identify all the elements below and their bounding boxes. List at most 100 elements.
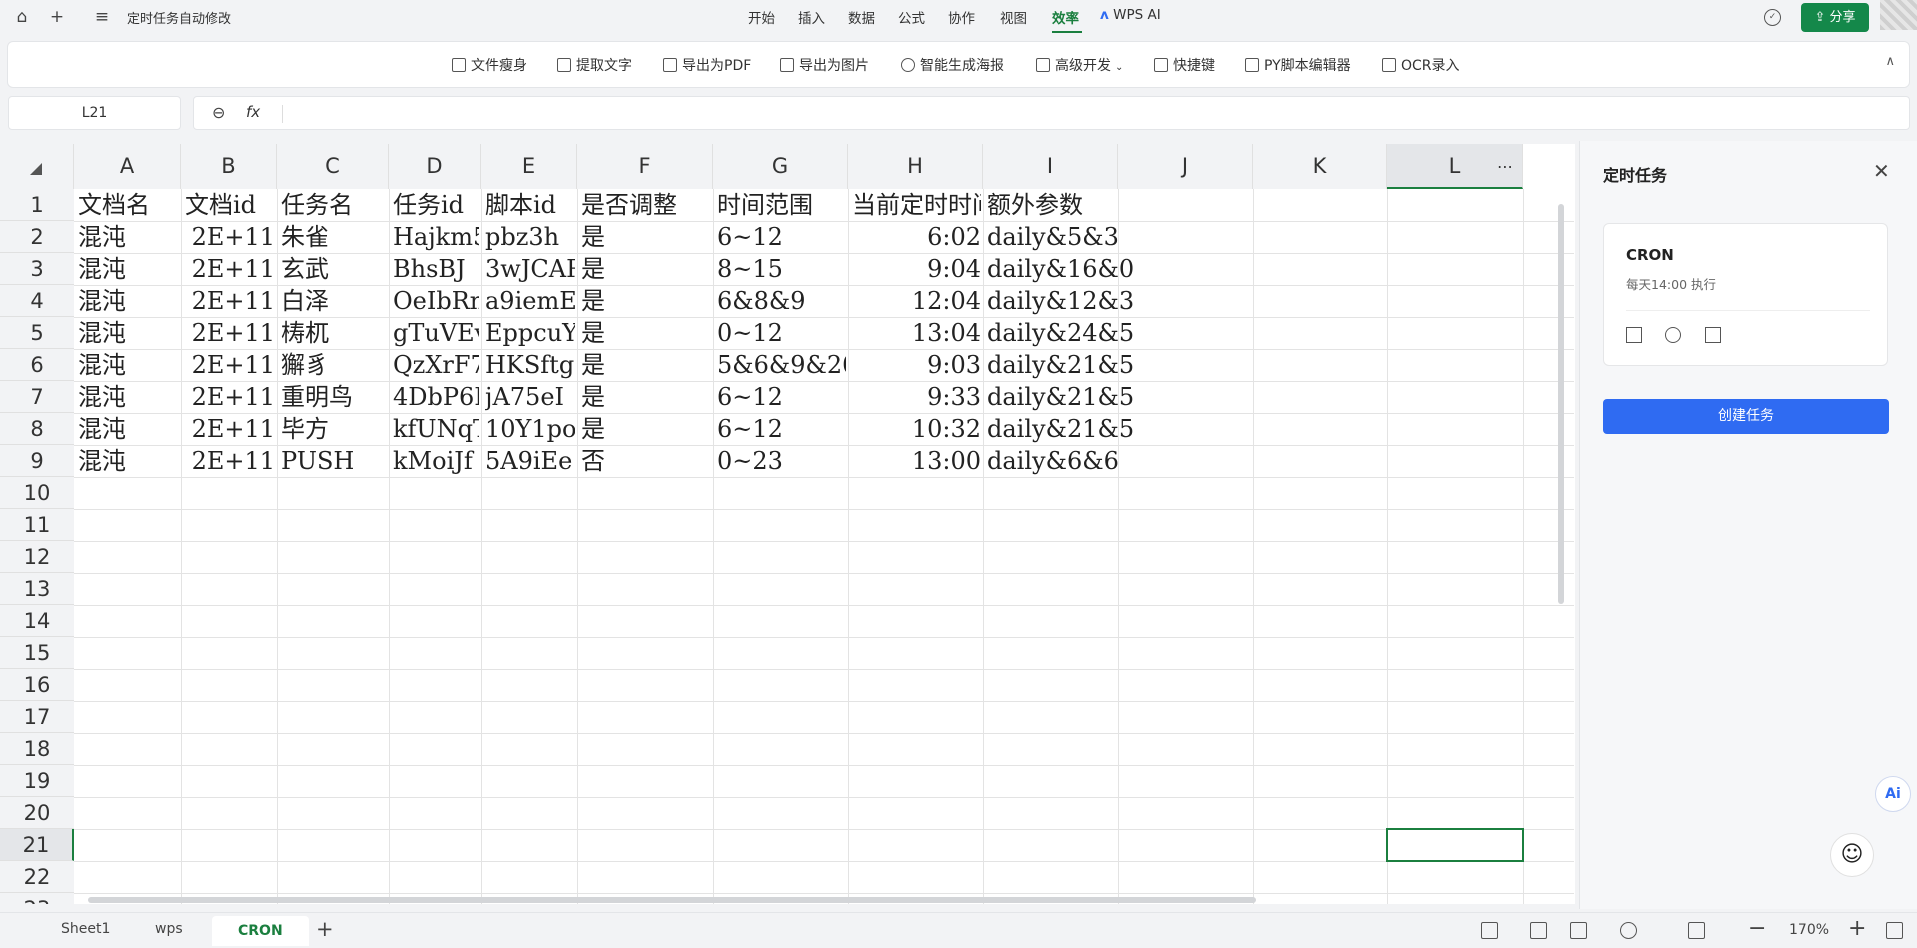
table-cell[interactable]: 獬豸 xyxy=(281,350,387,380)
table-cell[interactable]: BhsBJ xyxy=(393,254,479,284)
slim-file-button[interactable]: 文件瘦身 xyxy=(452,55,527,75)
more-icon[interactable]: ⋯ xyxy=(1490,144,1520,189)
row-header[interactable]: 5 xyxy=(0,317,74,349)
export-image-button[interactable]: 导出为图片 xyxy=(780,55,869,75)
table-cell[interactable]: 8~15 xyxy=(717,254,846,284)
avatar[interactable] xyxy=(1880,0,1917,30)
table-cell[interactable]: 2E+11 xyxy=(185,414,275,444)
table-cell[interactable]: 额外参数 xyxy=(987,190,1147,220)
table-cell[interactable]: 是 xyxy=(581,414,711,444)
menu-start[interactable]: 开始 xyxy=(748,7,775,27)
create-task-button[interactable]: 创建任务 xyxy=(1603,399,1889,434)
menu-efficiency[interactable]: 效率 xyxy=(1052,7,1079,27)
table-cell[interactable]: 0~23 xyxy=(717,446,846,476)
vertical-scrollbar[interactable] xyxy=(1558,204,1564,604)
zoom-out-icon[interactable]: − xyxy=(1748,916,1766,941)
row-header[interactable]: 14 xyxy=(0,605,74,637)
table-cell[interactable]: daily&16&0 xyxy=(987,254,1147,284)
table-cell[interactable]: daily&5&3 xyxy=(987,222,1147,252)
export-pdf-button[interactable]: 导出为PDF xyxy=(663,55,751,75)
table-cell[interactable]: 玄武 xyxy=(281,254,387,284)
table-cell[interactable]: jA75eI xyxy=(485,382,575,412)
selected-cell[interactable] xyxy=(1386,828,1524,862)
select-all-corner[interactable] xyxy=(0,144,74,189)
horizontal-scrollbar[interactable] xyxy=(88,897,1256,903)
row-header[interactable]: 16 xyxy=(0,669,74,701)
table-cell[interactable]: 9:04 xyxy=(852,254,981,284)
row-header[interactable]: 4 xyxy=(0,285,74,317)
row-header[interactable]: 17 xyxy=(0,701,74,733)
column-header[interactable]: K xyxy=(1253,144,1387,189)
sheet-tab-cron[interactable]: CRON xyxy=(212,916,309,946)
new-tab-icon[interactable]: + xyxy=(47,7,67,27)
table-cell[interactable]: 12:04 xyxy=(852,286,981,316)
close-icon[interactable]: ✕ xyxy=(1873,159,1890,183)
table-cell[interactable]: 时间范围 xyxy=(717,190,846,220)
table-cell[interactable]: daily&6&6 xyxy=(987,446,1147,476)
task-log-icon[interactable] xyxy=(1626,327,1642,343)
add-sheet-icon[interactable]: + xyxy=(316,917,334,941)
menu-collab[interactable]: 协作 xyxy=(948,7,975,27)
table-cell[interactable]: 10Y1po xyxy=(485,414,575,444)
zoom-level[interactable]: 170% xyxy=(1789,922,1829,938)
share-view-icon[interactable] xyxy=(1620,922,1637,939)
py-editor-button[interactable]: PY脚本编辑器 xyxy=(1245,55,1351,75)
fullscreen-icon[interactable] xyxy=(1886,922,1903,939)
row-header[interactable]: 13 xyxy=(0,573,74,605)
row-header[interactable]: 23 xyxy=(0,893,74,904)
table-cell[interactable]: 是否调整 xyxy=(581,190,711,220)
menu-icon[interactable]: ≡ xyxy=(92,7,112,27)
table-cell[interactable]: daily&21&5 xyxy=(987,382,1147,412)
page-view-icon[interactable] xyxy=(1570,922,1587,939)
column-header[interactable]: F xyxy=(577,144,713,189)
table-cell[interactable]: OeIbRn xyxy=(393,286,479,316)
menu-data[interactable]: 数据 xyxy=(848,7,875,27)
row-header[interactable]: 1 xyxy=(0,189,74,221)
robot-assistant-icon[interactable]: ☺ xyxy=(1830,833,1874,877)
column-header[interactable]: G xyxy=(713,144,848,189)
menu-insert[interactable]: 插入 xyxy=(798,7,825,27)
share-button[interactable]: ⇪ 分享 xyxy=(1801,3,1869,32)
formula-bar[interactable]: ⊖ fx xyxy=(193,96,1910,130)
table-cell[interactable]: 是 xyxy=(581,286,711,316)
row-header[interactable]: 2 xyxy=(0,221,74,253)
table-cell[interactable]: 0~12 xyxy=(717,318,846,348)
column-header[interactable]: A xyxy=(74,144,181,189)
poster-button[interactable]: 智能生成海报 xyxy=(901,55,1004,75)
table-cell[interactable]: Hajkm5 xyxy=(393,222,479,252)
table-cell[interactable]: 当前定时时间 xyxy=(852,190,981,220)
shortcut-button[interactable]: 快捷键 xyxy=(1154,55,1215,75)
task-card[interactable]: CRON 每天14:00 执行 xyxy=(1603,223,1888,366)
zoom-in-icon[interactable]: + xyxy=(1848,916,1866,941)
table-cell[interactable]: daily&24&5 xyxy=(987,318,1147,348)
table-cell[interactable]: 文档id xyxy=(185,190,275,220)
table-cell[interactable]: 6~12 xyxy=(717,414,846,444)
table-cell[interactable]: 2E+11 xyxy=(185,446,275,476)
table-cell[interactable]: daily&21&5 xyxy=(987,414,1147,444)
name-box[interactable]: L21 xyxy=(8,96,181,130)
table-cell[interactable]: 文档名 xyxy=(78,190,179,220)
table-cell[interactable]: 2E+11 xyxy=(185,382,275,412)
table-cell[interactable]: a9iemE xyxy=(485,286,575,316)
table-cell[interactable]: QzXrF7 xyxy=(393,350,479,380)
table-cell[interactable]: 是 xyxy=(581,318,711,348)
table-cell[interactable]: 是 xyxy=(581,382,711,412)
fx-icon[interactable]: fx xyxy=(246,103,260,121)
protect-icon[interactable] xyxy=(1530,922,1547,939)
freeze-icon[interactable] xyxy=(1688,922,1705,939)
table-cell[interactable]: 3wJCAR xyxy=(485,254,575,284)
row-header[interactable]: 15 xyxy=(0,637,74,669)
table-cell[interactable]: 6&8&9 xyxy=(717,286,846,316)
column-header[interactable]: J xyxy=(1118,144,1253,189)
home-icon[interactable]: ⌂ xyxy=(12,7,32,27)
table-cell[interactable]: 混沌 xyxy=(78,318,179,348)
table-cell[interactable]: 混沌 xyxy=(78,382,179,412)
table-cell[interactable]: EppcuY xyxy=(485,318,575,348)
row-header[interactable]: 9 xyxy=(0,445,74,477)
table-cell[interactable]: 5&6&9&20 xyxy=(717,350,846,380)
trash-icon[interactable] xyxy=(1705,327,1721,343)
table-cell[interactable]: 梼杌 xyxy=(281,318,387,348)
row-header[interactable]: 3 xyxy=(0,253,74,285)
row-header[interactable]: 20 xyxy=(0,797,74,829)
row-header[interactable]: 6 xyxy=(0,349,74,381)
